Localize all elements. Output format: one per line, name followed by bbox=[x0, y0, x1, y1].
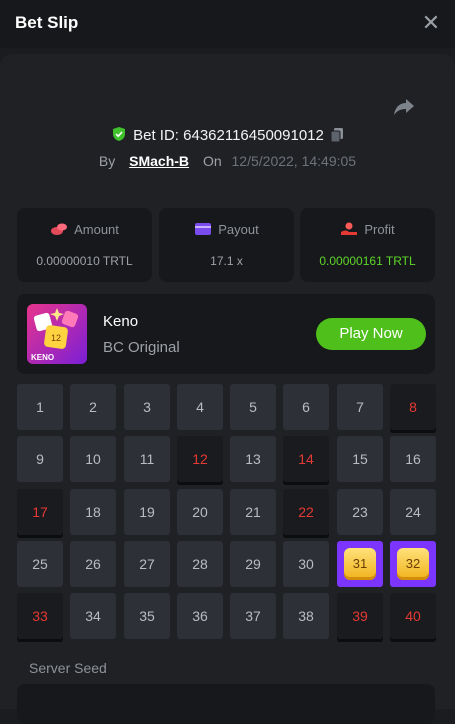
profit-label-row: Profit bbox=[300, 222, 435, 237]
keno-cell-20[interactable]: 20 bbox=[177, 489, 223, 535]
keno-cell-27[interactable]: 27 bbox=[124, 541, 170, 587]
keno-cell-38[interactable]: 38 bbox=[283, 593, 329, 639]
keno-cell-13[interactable]: 13 bbox=[230, 436, 276, 482]
bet-byline: By SMach-B On 12/5/2022, 14:49:05 bbox=[0, 153, 455, 169]
keno-cell-25[interactable]: 25 bbox=[17, 541, 63, 587]
keno-cell-39[interactable]: 39 bbox=[337, 593, 383, 639]
close-icon[interactable]: ✕ bbox=[420, 12, 442, 34]
amount-label-row: Amount bbox=[17, 222, 152, 237]
game-subtitle: BC Original bbox=[103, 339, 180, 356]
keno-cell-9[interactable]: 9 bbox=[17, 436, 63, 482]
bet-date: 12/5/2022, 14:49:05 bbox=[231, 153, 357, 169]
keno-cell-8[interactable]: 8 bbox=[390, 384, 436, 430]
keno-cell-35[interactable]: 35 bbox=[124, 593, 170, 639]
keno-number-grid: 1 2 3 4 5 6 7 8 9 10 11 12 13 14 15 16 17 18 19 20 21 22 23 24 2… bbox=[17, 384, 437, 644]
keno-cell-22[interactable]: 22 bbox=[283, 489, 329, 535]
keno-cell-37[interactable]: 37 bbox=[230, 593, 276, 639]
keno-cell-33[interactable]: 33 bbox=[17, 593, 63, 639]
keno-cell-17[interactable]: 17 bbox=[17, 489, 63, 535]
keno-cell-31[interactable]: 31 bbox=[337, 541, 383, 587]
keno-thumbnail: 12 KENO bbox=[27, 304, 87, 364]
wallet-icon bbox=[195, 223, 212, 235]
share-icon[interactable] bbox=[392, 94, 416, 118]
bet-slip-header: Bet Slip ✕ bbox=[0, 0, 455, 48]
bet-id-row: Bet ID: 64362116450091012 bbox=[0, 126, 455, 144]
profit-card: Profit 0.00000161 TRTL bbox=[300, 208, 435, 282]
keno-cell-10[interactable]: 10 bbox=[70, 436, 116, 482]
profit-label: Profit bbox=[364, 222, 395, 237]
play-now-button[interactable]: Play Now bbox=[316, 318, 426, 350]
shield-check-icon bbox=[113, 127, 126, 141]
keno-cell-3[interactable]: 3 bbox=[124, 384, 170, 430]
keno-cell-36[interactable]: 36 bbox=[177, 593, 223, 639]
keno-cell-12[interactable]: 12 bbox=[177, 436, 223, 482]
game-card: 12 KENO Keno BC Original Play Now bbox=[17, 294, 435, 374]
payout-label-row: Payout bbox=[159, 222, 294, 237]
keno-cell-6[interactable]: 6 bbox=[283, 384, 329, 430]
keno-cell-1[interactable]: 1 bbox=[17, 384, 63, 430]
keno-cell-23[interactable]: 23 bbox=[337, 489, 383, 535]
thumb-badge: 12 bbox=[51, 333, 61, 343]
bet-slip-title: Bet Slip bbox=[15, 13, 79, 32]
keno-cell-11[interactable]: 11 bbox=[124, 436, 170, 482]
by-label: By bbox=[98, 153, 116, 169]
keno-cell-15[interactable]: 15 bbox=[337, 436, 383, 482]
keno-cell-32[interactable]: 32 bbox=[390, 541, 436, 587]
keno-cell-16[interactable]: 16 bbox=[390, 436, 436, 482]
keno-cell-7[interactable]: 7 bbox=[337, 384, 383, 430]
keno-gem-31: 31 bbox=[344, 548, 376, 580]
amount-card: Amount 0.00000010 TRTL bbox=[17, 208, 152, 282]
keno-cell-24[interactable]: 24 bbox=[390, 489, 436, 535]
keno-cell-18[interactable]: 18 bbox=[70, 489, 116, 535]
server-seed-label: Server Seed bbox=[29, 660, 107, 676]
thumb-label: KENO bbox=[31, 353, 54, 362]
keno-cell-21[interactable]: 21 bbox=[230, 489, 276, 535]
keno-cell-4[interactable]: 4 bbox=[177, 384, 223, 430]
copy-icon[interactable] bbox=[330, 127, 344, 143]
profit-value: 0.00000161 TRTL bbox=[319, 254, 416, 268]
amount-label: Amount bbox=[74, 222, 119, 237]
payout-label: Payout bbox=[218, 222, 259, 237]
keno-cell-28[interactable]: 28 bbox=[177, 541, 223, 587]
keno-cell-2[interactable]: 2 bbox=[70, 384, 116, 430]
payout-card: Payout 17.1 x bbox=[159, 208, 294, 282]
on-label: On bbox=[202, 153, 222, 169]
keno-cell-30[interactable]: 30 bbox=[283, 541, 329, 587]
keno-art: 12 KENO bbox=[31, 308, 79, 362]
keno-cell-29[interactable]: 29 bbox=[230, 541, 276, 587]
keno-cell-14[interactable]: 14 bbox=[283, 436, 329, 482]
user-link[interactable]: SMach-B bbox=[129, 153, 189, 169]
amount-value: 0.00000010 TRTL bbox=[36, 254, 133, 268]
server-seed-field[interactable] bbox=[17, 684, 435, 724]
game-name: Keno bbox=[103, 313, 139, 330]
bet-stats: Amount 0.00000010 TRTL Payout 17.1 x Pro… bbox=[17, 208, 435, 282]
keno-cell-26[interactable]: 26 bbox=[70, 541, 116, 587]
bet-id: Bet ID: 64362116450091012 bbox=[133, 127, 324, 144]
keno-gem-32: 32 bbox=[397, 548, 429, 580]
keno-cell-19[interactable]: 19 bbox=[124, 489, 170, 535]
hand-coin-icon bbox=[341, 222, 358, 235]
keno-cell-40[interactable]: 40 bbox=[390, 593, 436, 639]
payout-value: 17.1 x bbox=[210, 254, 243, 268]
keno-cell-5[interactable]: 5 bbox=[230, 384, 276, 430]
coins-icon bbox=[51, 223, 68, 235]
keno-cell-34[interactable]: 34 bbox=[70, 593, 116, 639]
